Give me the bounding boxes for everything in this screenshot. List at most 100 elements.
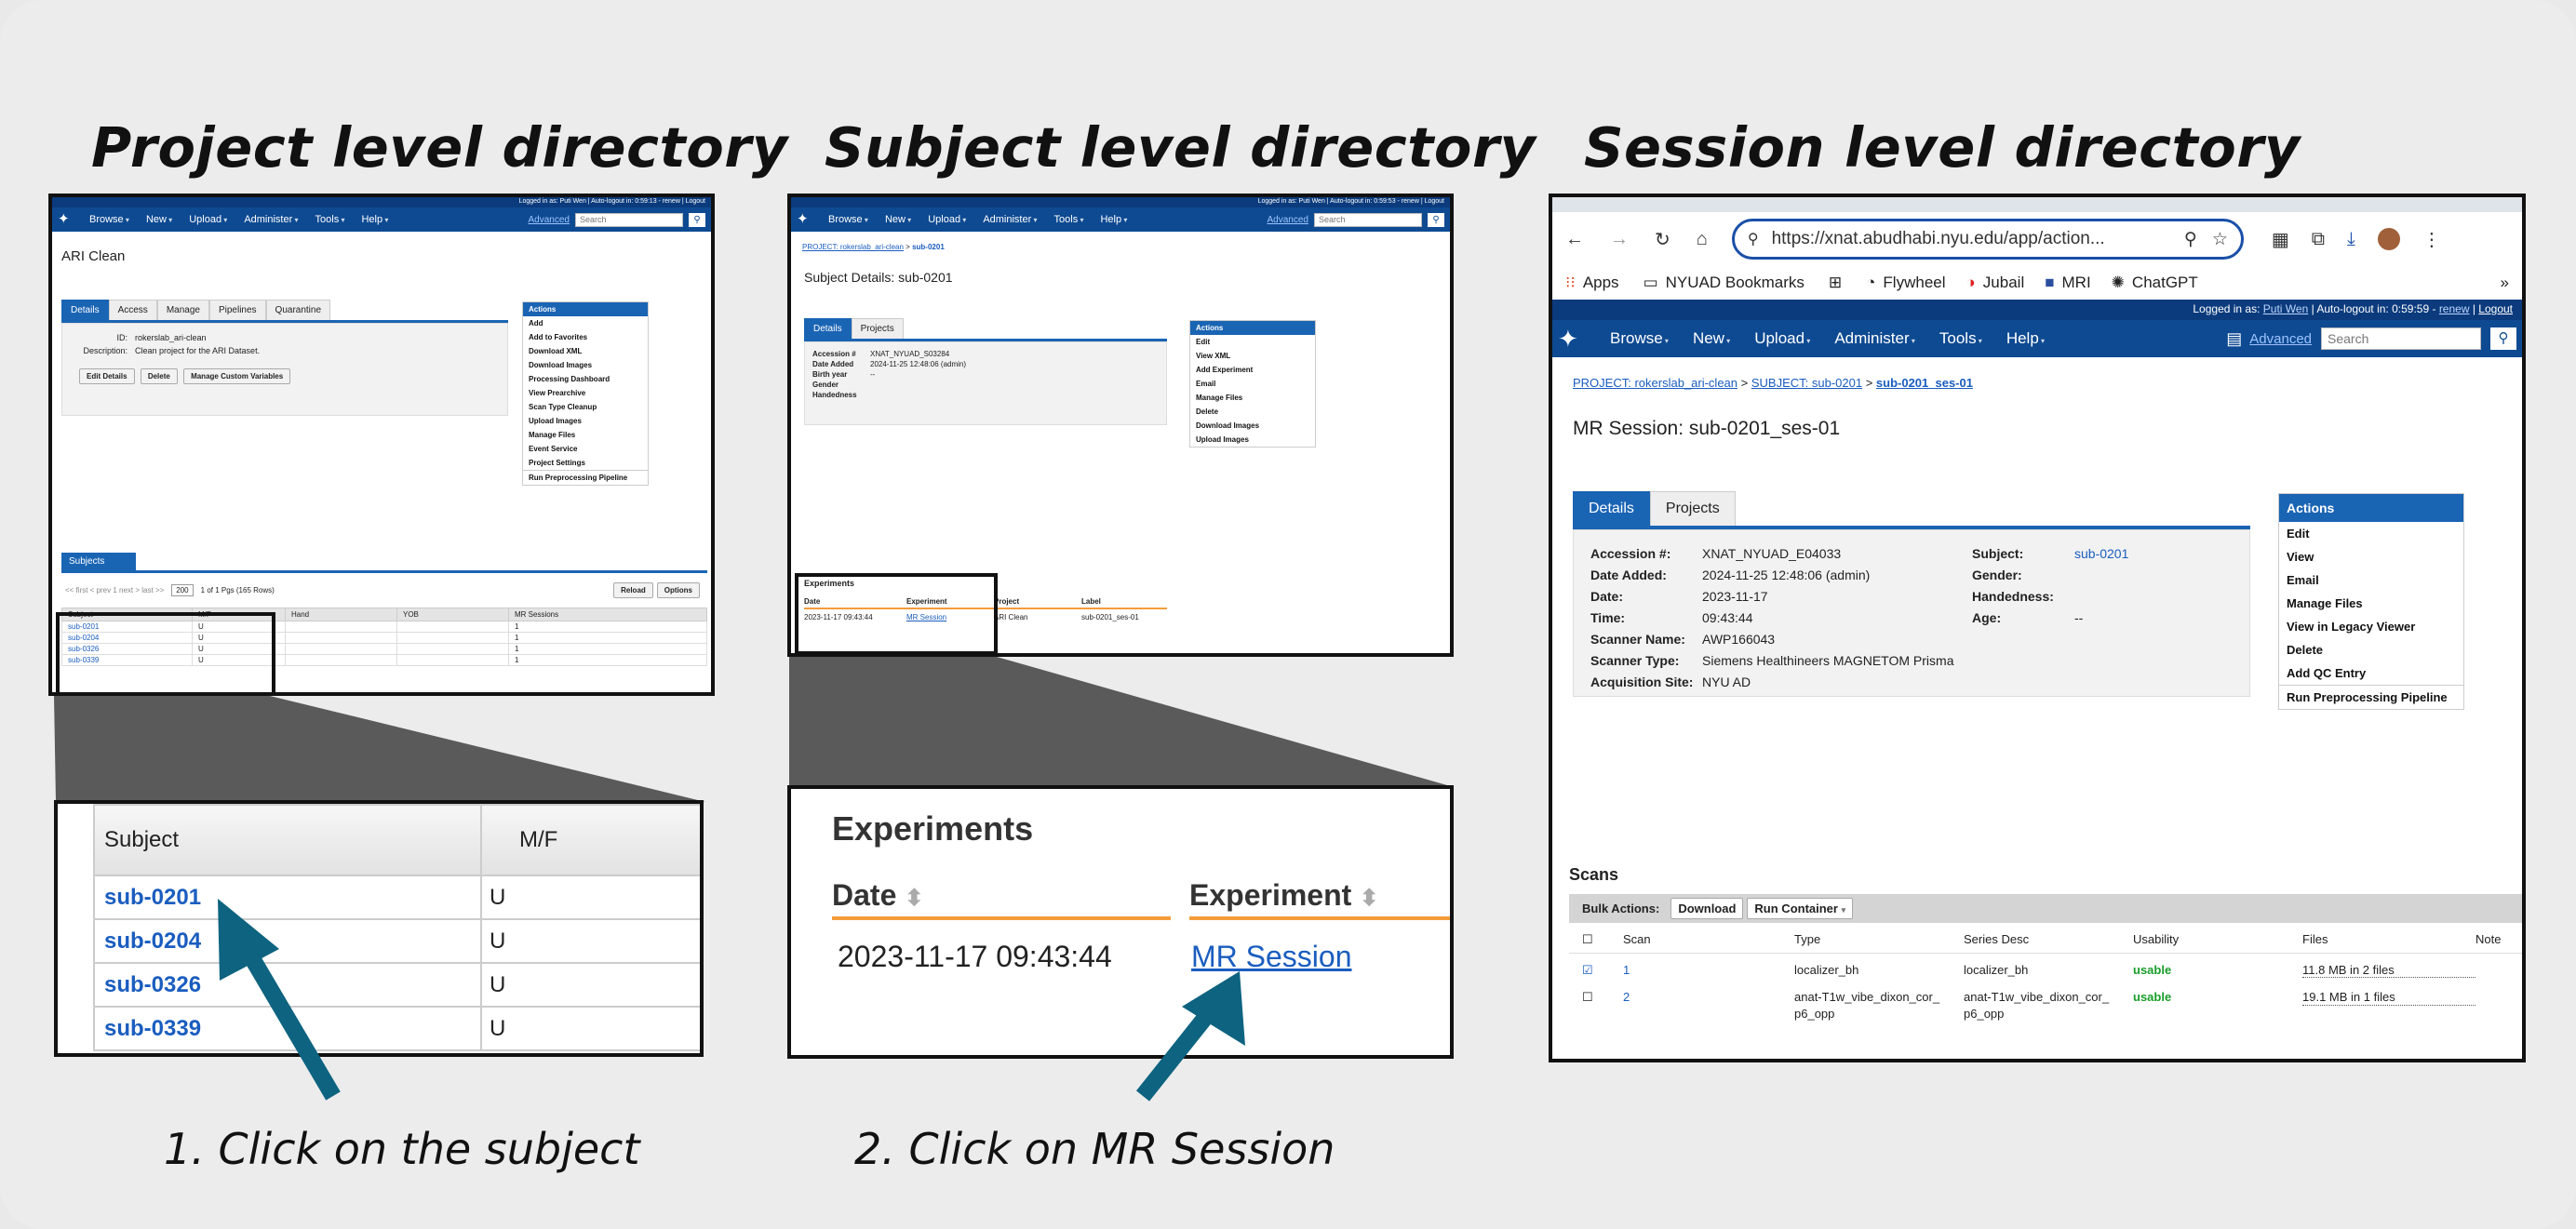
tab-manage[interactable]: Manage (156, 300, 209, 320)
download-button[interactable]: Download (1670, 898, 1744, 919)
tab-access[interactable]: Access (108, 300, 157, 320)
action-manage-files[interactable]: Manage Files (1190, 391, 1315, 405)
renew-link[interactable]: renew (2439, 302, 2470, 315)
pagination[interactable]: << first < prev 1 next > last >> (65, 586, 164, 594)
col-files[interactable]: Files (2302, 932, 2475, 947)
nav-new[interactable]: New (1693, 329, 1730, 348)
col-type[interactable]: Type (1794, 932, 1964, 947)
col-subject[interactable]: Subject (93, 804, 482, 876)
search-input[interactable]: Search (1314, 212, 1422, 227)
subject-link[interactable]: sub-0201 (2074, 546, 2128, 561)
action-download-xml[interactable]: Download XML (523, 344, 648, 358)
action-delete[interactable]: Delete (2279, 638, 2463, 661)
nav-upload[interactable]: Upload (928, 214, 966, 225)
page-size-select[interactable]: 200 (171, 584, 194, 596)
action-scan-type-cleanup[interactable]: Scan Type Cleanup (523, 400, 648, 414)
tab-details[interactable]: Details (61, 300, 109, 320)
action-add-experiment[interactable]: Add Experiment (1190, 363, 1315, 377)
kebab-menu-icon[interactable]: ⋮ (2422, 228, 2441, 251)
scan-checkbox[interactable]: ☐ (1582, 989, 1623, 1022)
action-manage-files[interactable]: Manage Files (523, 428, 648, 442)
action-upload-images[interactable]: Upload Images (1190, 433, 1315, 447)
col-series-desc[interactable]: Series Desc (1964, 932, 2133, 947)
crumb-subject[interactable]: SUBJECT: sub-0201 (1751, 376, 1862, 390)
col-usability[interactable]: Usability (2133, 932, 2302, 947)
action-view-legacy-viewer[interactable]: View in Legacy Viewer (2279, 615, 2463, 638)
crumb-subject[interactable]: sub-0201 (912, 243, 945, 251)
action-processing-dashboard[interactable]: Processing Dashboard (523, 372, 648, 386)
action-download-images[interactable]: Download Images (1190, 419, 1315, 433)
action-project-settings[interactable]: Project Settings (523, 456, 648, 470)
nav-browse[interactable]: Browse (828, 214, 868, 225)
col-date[interactable]: Date ⬍ (832, 878, 1171, 920)
nav-help[interactable]: Help (2006, 329, 2045, 348)
zoom-icon[interactable]: ⚲ (2184, 229, 2197, 250)
login-user-link[interactable]: Puti Wen (2263, 302, 2308, 315)
action-event-service[interactable]: Event Service (523, 442, 648, 456)
url-text[interactable]: https://xnat.abudhabi.nyu.edu/app/action… (1772, 229, 2175, 249)
nav-new[interactable]: New (146, 214, 172, 225)
nav-tools[interactable]: Tools (1939, 329, 1982, 348)
edit-details-button[interactable]: Edit Details (79, 368, 135, 384)
tab-groups-icon[interactable]: ⊞ (1829, 274, 1842, 292)
scan-files[interactable]: 11.8 MB in 2 files (2302, 963, 2475, 978)
manage-custom-variables-button[interactable]: Manage Custom Variables (183, 368, 291, 384)
bookmark-chatgpt[interactable]: ChatGPT (2132, 274, 2198, 292)
nav-upload[interactable]: Upload (1754, 329, 1810, 348)
action-add-to-favorites[interactable]: Add to Favorites (523, 330, 648, 344)
action-edit[interactable]: Edit (2279, 522, 2463, 545)
reload-icon[interactable]: ↻ (1655, 228, 1670, 251)
forward-icon[interactable]: → (1610, 229, 1629, 250)
bookmark-flywheel[interactable]: Flywheel (1883, 274, 1945, 292)
scan-usability[interactable]: usable (2133, 963, 2302, 978)
xnat-logo-icon[interactable]: ✦ (1558, 326, 1584, 352)
logout-link[interactable]: Logout (2478, 302, 2513, 315)
search-icon[interactable]: ⚲ (2490, 327, 2516, 350)
action-run-preprocessing-pipeline[interactable]: Run Preprocessing Pipeline (2279, 685, 2463, 709)
sort-icon[interactable]: ⬍ (1360, 886, 1378, 911)
action-download-images[interactable]: Download Images (523, 358, 648, 372)
action-add-qc-entry[interactable]: Add QC Entry (2279, 661, 2463, 685)
action-add[interactable]: Add (523, 316, 648, 330)
col-label[interactable]: Label (1081, 597, 1101, 606)
select-all-checkbox[interactable]: ☐ (1582, 932, 1623, 947)
subjects-tab[interactable]: Subjects (61, 553, 136, 570)
bookmark-star-icon[interactable]: ☆ (2212, 229, 2228, 250)
search-icon[interactable]: ⚲ (1428, 212, 1444, 227)
crumb-project[interactable]: PROJECT: rokerslab_ari-clean (1573, 376, 1737, 390)
nav-help[interactable]: Help (361, 214, 388, 225)
scan-link[interactable]: 2 (1623, 989, 1794, 1022)
action-email[interactable]: Email (1190, 377, 1315, 391)
nav-administer[interactable]: Administer (983, 214, 1037, 225)
nav-browse[interactable]: Browse (89, 214, 129, 225)
sort-icon[interactable]: ⬍ (905, 886, 923, 911)
col-note[interactable]: Note (2475, 932, 2501, 947)
action-run-preprocessing-pipeline[interactable]: Run Preprocessing Pipeline (523, 470, 648, 485)
advanced-search-link[interactable]: Advanced (2249, 331, 2312, 347)
col-scan[interactable]: Scan (1623, 932, 1794, 947)
tab-details[interactable]: Details (804, 318, 852, 339)
col-experiment[interactable]: Experiment ⬍ (1189, 878, 1450, 920)
bookmark-mri[interactable]: MRI (2062, 274, 2091, 292)
back-icon[interactable]: ← (1565, 229, 1584, 250)
qr-icon[interactable]: ▦ (2272, 228, 2289, 251)
scan-usability[interactable]: usable (2133, 989, 2302, 1022)
nav-upload[interactable]: Upload (189, 214, 227, 225)
xnat-logo-icon[interactable]: ✦ (58, 212, 73, 227)
action-manage-files[interactable]: Manage Files (2279, 592, 2463, 615)
tab-projects[interactable]: Projects (1649, 491, 1736, 526)
site-info-icon[interactable]: ⚲ (1748, 230, 1759, 248)
action-view[interactable]: View (2279, 545, 2463, 568)
col-mf[interactable]: M/F (480, 804, 700, 876)
col-yob[interactable]: YOB (396, 608, 509, 621)
nav-help[interactable]: Help (1100, 214, 1127, 225)
avatar[interactable] (2377, 228, 2400, 250)
advanced-search-link[interactable]: Advanced (1268, 215, 1308, 225)
advanced-search-icon[interactable]: ▤ (2226, 329, 2242, 349)
address-bar[interactable]: ⚲ https://xnat.abudhabi.nyu.edu/app/acti… (1731, 219, 2244, 260)
tab-pipelines[interactable]: Pipelines (208, 300, 266, 320)
nav-administer[interactable]: Administer (1834, 329, 1915, 348)
scan-checkbox-checked[interactable]: ☑ (1582, 963, 1623, 978)
reload-button[interactable]: Reload (613, 582, 653, 598)
options-button[interactable]: Options (656, 582, 700, 598)
